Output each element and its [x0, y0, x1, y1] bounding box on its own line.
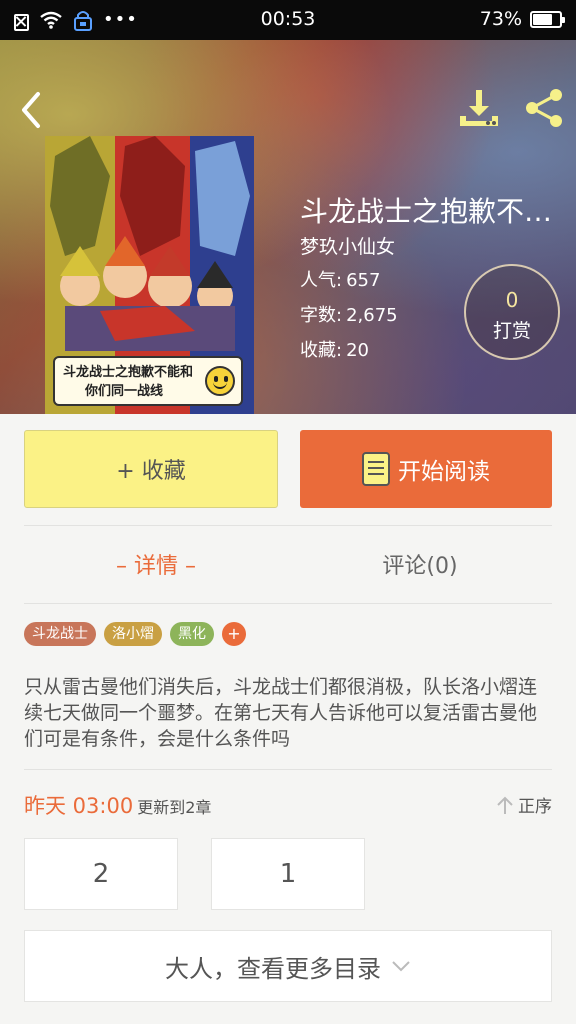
book-author[interactable]: 梦玖小仙女	[300, 232, 395, 259]
battery-percent: 73%	[479, 8, 522, 30]
stat-value: 657	[346, 270, 381, 291]
tag-item[interactable]: 黑化	[170, 622, 214, 646]
divider	[24, 525, 552, 526]
battery-level	[533, 13, 552, 25]
book-header: 斗龙战士之抱歉不能和 你们同一战线 斗龙战士之抱歉不能和你们同一战线 梦玖小仙女…	[0, 40, 576, 414]
book-icon	[362, 452, 390, 486]
stat-label: 人气:	[300, 270, 343, 291]
collect-button[interactable]: + 收藏	[24, 430, 278, 508]
stat-value: 2,675	[346, 305, 398, 326]
chapter-item[interactable]: 1	[211, 838, 365, 910]
stat-favorites: 收藏: 20	[300, 336, 369, 362]
update-text: 更新到2章	[137, 798, 212, 817]
smiley-icon	[205, 366, 235, 396]
tab-detail[interactable]: – 详情 –	[24, 548, 288, 588]
stat-word-count: 字数: 2,675	[300, 301, 398, 327]
start-reading-label: 开始阅读	[398, 459, 490, 485]
tag-item[interactable]: 洛小熠	[104, 622, 162, 646]
book-title: 斗龙战士之抱歉不能和你们同一战线	[300, 195, 562, 228]
download-icon[interactable]	[456, 86, 502, 132]
add-tag-button[interactable]: +	[222, 622, 246, 646]
status-right: 73%	[479, 8, 565, 30]
book-description: 只从雷古曼他们消失后，斗龙战士们都很消极，队长洛小熠连续七天做同一个噩梦。在第七…	[24, 676, 538, 750]
stat-value: 20	[346, 340, 369, 361]
divider	[24, 603, 552, 604]
book-cover[interactable]: 斗龙战士之抱歉不能和 你们同一战线	[45, 136, 254, 414]
tag-list: 斗龙战士 洛小熠 黑化 +	[24, 622, 246, 646]
chevron-down-icon	[392, 961, 410, 972]
view-more-catalog-button[interactable]: 大人，查看更多目录	[24, 930, 552, 1002]
battery-icon	[530, 10, 565, 28]
reward-count: 0	[505, 288, 519, 312]
sort-order-button[interactable]: 正序	[496, 792, 552, 817]
status-bar: ••• 00:53 73%	[0, 0, 576, 40]
cover-caption: 斗龙战士之抱歉不能和 你们同一战线	[53, 356, 243, 406]
update-info: 昨天 03:00 更新到2章 正序	[24, 790, 552, 820]
stat-label: 收藏:	[300, 340, 343, 361]
stat-popularity: 人气: 657	[300, 266, 380, 292]
back-arrow-icon[interactable]	[14, 88, 48, 132]
tag-item[interactable]: 斗龙战士	[24, 622, 96, 646]
start-reading-button[interactable]: 开始阅读	[300, 430, 552, 508]
stat-label: 字数:	[300, 305, 343, 326]
view-more-label: 大人，查看更多目录	[165, 954, 381, 983]
share-icon[interactable]	[522, 86, 566, 130]
sort-up-arrow-icon	[497, 796, 513, 814]
reward-button[interactable]: 0 打赏	[464, 264, 560, 360]
reward-label: 打赏	[492, 320, 531, 342]
sort-order-label: 正序	[518, 797, 552, 817]
divider	[24, 769, 552, 770]
chapter-item[interactable]: 2	[24, 838, 178, 910]
update-time: 昨天 03:00	[24, 794, 134, 818]
tab-comment[interactable]: 评论(0)	[288, 548, 552, 588]
